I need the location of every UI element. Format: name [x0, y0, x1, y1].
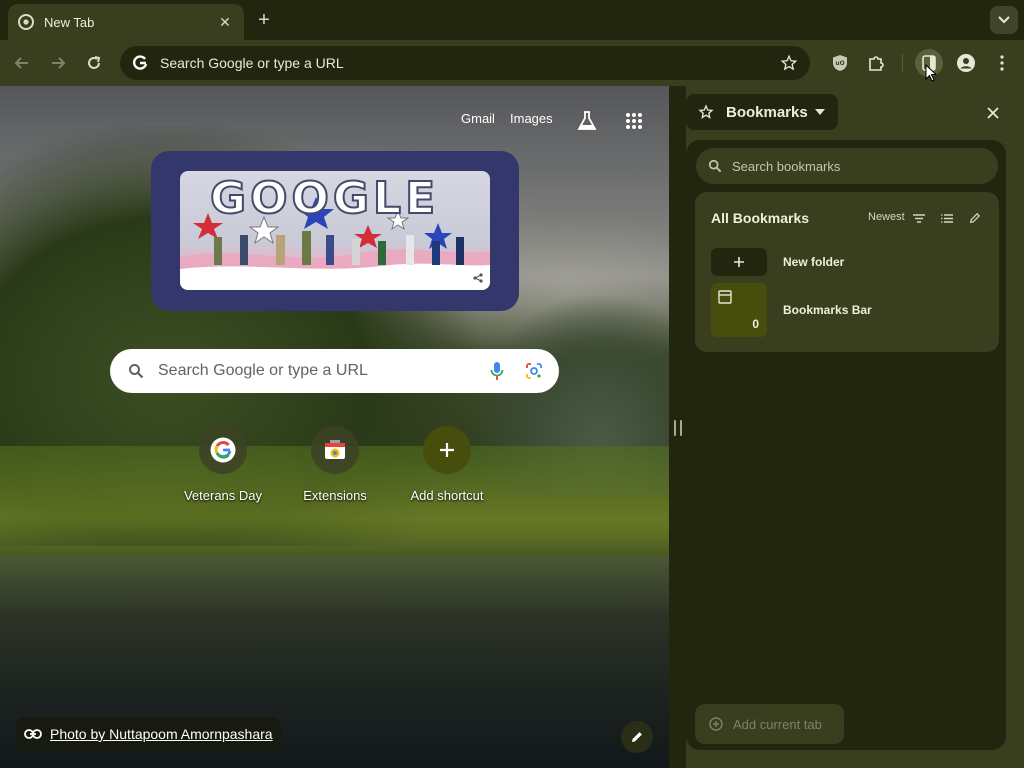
reload-button[interactable]: [82, 51, 106, 75]
google-g-icon: [130, 53, 150, 73]
add-current-tab-button[interactable]: Add current tab: [695, 704, 844, 744]
side-panel-resize-handle[interactable]: [674, 420, 682, 436]
shortcut-add[interactable]: Add shortcut: [397, 426, 497, 503]
side-panel-body: Search bookmarks All Bookmarks Newest Ne…: [686, 140, 1006, 750]
bookmarks-bar-label: Bookmarks Bar: [783, 303, 872, 317]
folder-icon: [718, 290, 732, 304]
close-icon: [987, 107, 999, 119]
search-icon: [129, 364, 144, 379]
toolbar: Search Google or type a URL uO: [0, 40, 1024, 86]
new-tab-page: Gmail Images GOOGLE Search Google or typ…: [0, 86, 669, 768]
new-folder-label: New folder: [783, 255, 845, 269]
plus-icon: [423, 426, 471, 474]
plus-icon: [711, 248, 767, 276]
bookmarks-search-placeholder: Search bookmarks: [732, 158, 841, 174]
images-link[interactable]: Images: [510, 111, 553, 126]
toolbar-separator: [902, 54, 903, 72]
chrome-extensions-icon: [311, 426, 359, 474]
labs-flask-icon[interactable]: [574, 108, 600, 134]
photo-credit[interactable]: Photo by Nuttapoom Amornpashara: [16, 717, 281, 751]
add-current-tab-label: Add current tab: [733, 716, 822, 732]
side-panel-header: Bookmarks: [686, 94, 1024, 132]
add-circle-icon: [709, 717, 723, 731]
tab-new-tab[interactable]: New Tab ✕: [8, 4, 244, 40]
shortcut-extensions[interactable]: Extensions: [285, 426, 385, 503]
google-g-icon: [199, 426, 247, 474]
customize-chrome-button[interactable]: [621, 721, 653, 753]
arrow-left-icon: [14, 57, 28, 69]
three-dots-icon: [1000, 55, 1004, 71]
shortcut-veterans-day[interactable]: Veterans Day: [173, 426, 273, 503]
side-panel-selector[interactable]: Bookmarks: [686, 94, 838, 130]
arrow-right-icon: [52, 57, 66, 69]
tab-title: New Tab: [44, 14, 95, 30]
share-icon[interactable]: [470, 270, 486, 286]
chevron-down-icon: [998, 16, 1010, 24]
link-icon: [24, 729, 42, 739]
microphone-icon[interactable]: [485, 359, 509, 383]
doodle-frame: GOOGLE: [151, 151, 519, 311]
ntp-search-placeholder: Search Google or type a URL: [158, 362, 368, 379]
doodle-logo-text: GOOGLE: [209, 172, 440, 225]
search-icon: [708, 159, 722, 173]
gmail-link[interactable]: Gmail: [461, 111, 495, 126]
reload-icon: [88, 56, 101, 69]
ntp-top-links: Gmail Images: [0, 108, 669, 132]
apps-grid-icon[interactable]: [621, 108, 647, 134]
caret-down-icon: [812, 104, 828, 120]
bookmarks-search-input[interactable]: Search bookmarks: [696, 148, 998, 184]
bookmarks-list-heading: All Bookmarks: [711, 210, 810, 226]
sort-filter-icon[interactable]: [909, 208, 929, 228]
photo-credit-link[interactable]: Photo by Nuttapoom Amornpashara: [50, 726, 273, 742]
edit-pencil-icon[interactable]: [965, 208, 985, 228]
svg-text:uO: uO: [835, 60, 844, 67]
list-view-icon[interactable]: [937, 208, 957, 228]
profile-avatar[interactable]: [952, 49, 980, 77]
folder-item-count: 0: [752, 317, 759, 331]
new-tab-button[interactable]: +: [252, 8, 276, 32]
shortcut-label: Veterans Day: [183, 488, 263, 503]
ublock-extension-icon[interactable]: uO: [826, 49, 854, 77]
pencil-icon: [632, 732, 642, 742]
bookmark-star-icon[interactable]: [774, 48, 804, 78]
google-doodle[interactable]: GOOGLE: [180, 171, 490, 290]
person-icon: [957, 54, 975, 72]
chrome-icon: [18, 14, 34, 30]
shortcut-label: Extensions: [303, 488, 367, 503]
bookmarks-list: All Bookmarks Newest New folder 0 Bookma…: [695, 192, 999, 352]
shortcut-label: Add shortcut: [410, 488, 484, 503]
bookmarks-side-panel: Bookmarks Search bookmarks All Bookmarks…: [686, 86, 1024, 768]
omnibox[interactable]: Search Google or type a URL: [120, 46, 810, 80]
star-icon: [698, 104, 714, 119]
google-lens-icon[interactable]: [522, 359, 546, 383]
omnibox-text: Search Google or type a URL: [160, 55, 344, 71]
tab-strip: New Tab ✕ +: [0, 0, 1024, 40]
back-button[interactable]: [10, 51, 34, 75]
mouse-cursor-icon: [925, 64, 937, 82]
tab-search-button[interactable]: [990, 6, 1018, 34]
sort-menu-button[interactable]: Newest: [868, 211, 905, 223]
side-panel-title: Bookmarks: [726, 103, 808, 121]
close-side-panel-button[interactable]: [982, 102, 1004, 124]
close-icon[interactable]: ✕: [216, 13, 234, 31]
bookmark-folder-row[interactable]: 0 Bookmarks Bar: [711, 282, 991, 338]
menu-button[interactable]: [988, 49, 1016, 77]
forward-button[interactable]: [46, 51, 70, 75]
folder-tile: 0: [711, 283, 767, 337]
extensions-puzzle-icon[interactable]: [862, 49, 890, 77]
ntp-search-box[interactable]: Search Google or type a URL: [110, 349, 559, 393]
